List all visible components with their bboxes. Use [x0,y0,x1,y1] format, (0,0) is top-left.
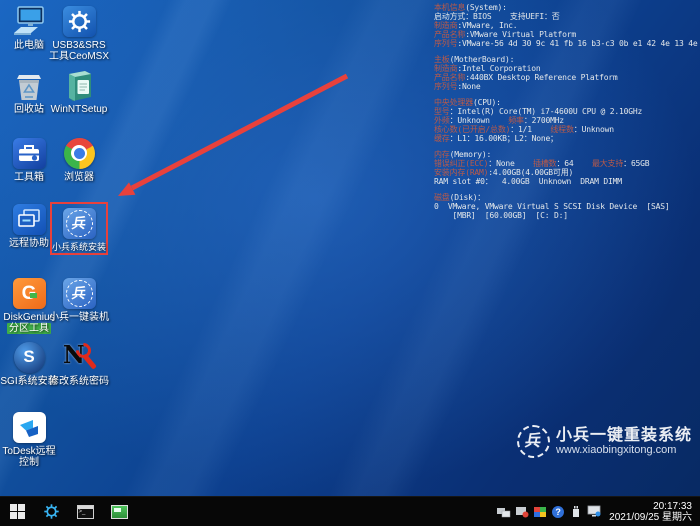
desktop-icon-recycle-bin[interactable]: 回收站 [2,68,56,115]
start-button[interactable] [0,498,34,526]
desktop-icon-xiaobing-onekey-install[interactable]: 兵小兵一键装机 [50,276,108,323]
watermark: 兵 小兵一键重装系统 www.xiaobingxitong.com [517,425,692,458]
screen: 此电脑 USB3&SRS工具CeoMSX 回收站 WinNTSetup 工具箱 浏… [0,0,700,526]
desktop-icon-change-system-password[interactable]: N 修改系统密码 [50,340,108,387]
desktop-icon-label: WinNTSetup [51,104,108,115]
watermark-url: www.xiaobingxitong.com [556,444,692,457]
taskbar: >_ ? 20:17:33 2021/09/25 星期六 [0,496,700,526]
desktop-icon-label: 远程协助 [9,238,49,249]
clock-time: 20:17:33 [609,501,692,512]
desktop-wallpaper: 此电脑 USB3&SRS工具CeoMSX 回收站 WinNTSetup 工具箱 浏… [0,0,700,496]
desktop-icon-label: 工具箱 [14,172,44,183]
usb-device-tray-icon[interactable] [567,498,585,526]
system-tray: ? [495,498,603,526]
desktop-icon-label: 小兵一键装机 [49,312,109,323]
xiaobing-logo-char: 兵 [524,434,543,450]
xiaobing-system-install-icon: 兵 [60,206,98,240]
desktop-icon-xiaobing-system-install[interactable]: 兵小兵系统安装 [50,202,108,255]
cmd-taskbar-button[interactable]: >_ [68,498,102,526]
taskbar-apps: >_ [0,498,136,526]
toolbox-icon [10,136,48,170]
desktop-icon-label: 小兵系统安装 [52,242,106,253]
desktop-icon-label: DiskGenius分区工具 [3,312,54,334]
desktop-icon-label: USB3&SRS工具CeoMSX [49,40,109,62]
todesk-remote-control-icon [10,410,48,444]
this-pc-icon [10,4,48,38]
desktop-icon-usb3-srs-tool[interactable]: USB3&SRS工具CeoMSX [50,4,108,62]
change-system-password-icon: N [60,340,98,374]
remote-assist-icon [10,202,48,236]
browser-icon [60,136,98,170]
display-colors-tray-icon[interactable] [531,498,549,526]
watermark-title: 小兵一键重装系统 [556,427,692,444]
desktop-icon-label: 回收站 [14,104,44,115]
desktop-icon-diskgenius-partition-tool[interactable]: GDiskGenius分区工具 [2,276,56,334]
xiaobing-app-taskbar-button[interactable] [34,498,68,526]
desktop-icon-browser[interactable]: 浏览器 [50,136,108,183]
system-info-panel: 本机信息(System):启动方式：BIOS 支持UEFI：否制造商:VMwar… [434,3,700,227]
taskbar-clock[interactable]: 20:17:33 2021/09/25 星期六 [609,501,692,523]
desktop-icon-label: 浏览器 [64,172,94,183]
program-manager-taskbar-button[interactable] [102,498,136,526]
xiaobing-logo-icon: 兵 [517,425,550,458]
desktop-icon-sgi-system-install[interactable]: SSGI系统安装 [2,340,56,387]
remote-session-tray-icon[interactable] [513,498,531,526]
winntsetup-icon [60,68,98,102]
vm-display-tray-icon[interactable] [585,498,603,526]
desktop-icon-toolbox[interactable]: 工具箱 [2,136,56,183]
desktop-icon-this-pc[interactable]: 此电脑 [2,4,56,51]
usb3-srs-tool-icon [60,4,98,38]
diskgenius-partition-tool-icon: G [10,276,48,310]
clock-date: 2021/09/25 星期六 [609,512,692,523]
sgi-system-install-icon: S [10,340,48,374]
desktop-icon-remote-assist[interactable]: 远程协助 [2,202,56,249]
desktop-icon-label: 此电脑 [14,40,44,51]
help-tray-icon[interactable]: ? [549,498,567,526]
desktop-icon-todesk-remote-control[interactable]: ToDesk远程控制 [2,410,56,468]
xiaobing-onekey-install-icon: 兵 [60,276,98,310]
network-tray-icon[interactable] [495,498,513,526]
desktop-icon-label: 修改系统密码 [49,376,109,387]
recycle-bin-icon [10,68,48,102]
desktop-icon-winntsetup[interactable]: WinNTSetup [50,68,108,115]
desktop-icon-label: ToDesk远程控制 [2,446,55,468]
